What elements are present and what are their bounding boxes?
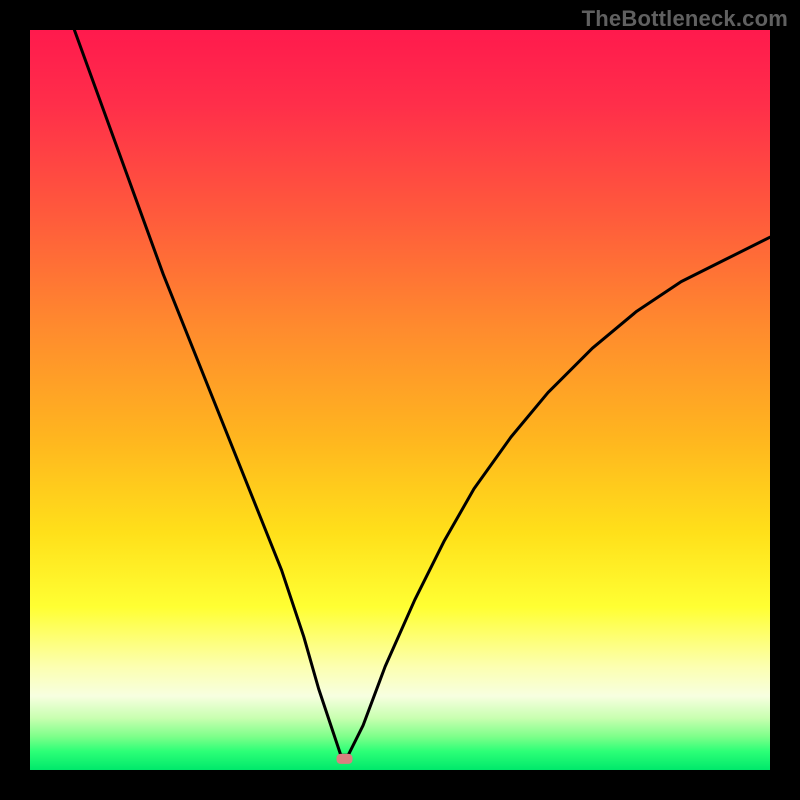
plot-area — [30, 30, 770, 770]
chart-frame: TheBottleneck.com — [0, 0, 800, 800]
watermark: TheBottleneck.com — [582, 6, 788, 32]
optimal-marker — [337, 754, 353, 764]
bottleneck-curve — [30, 30, 770, 770]
